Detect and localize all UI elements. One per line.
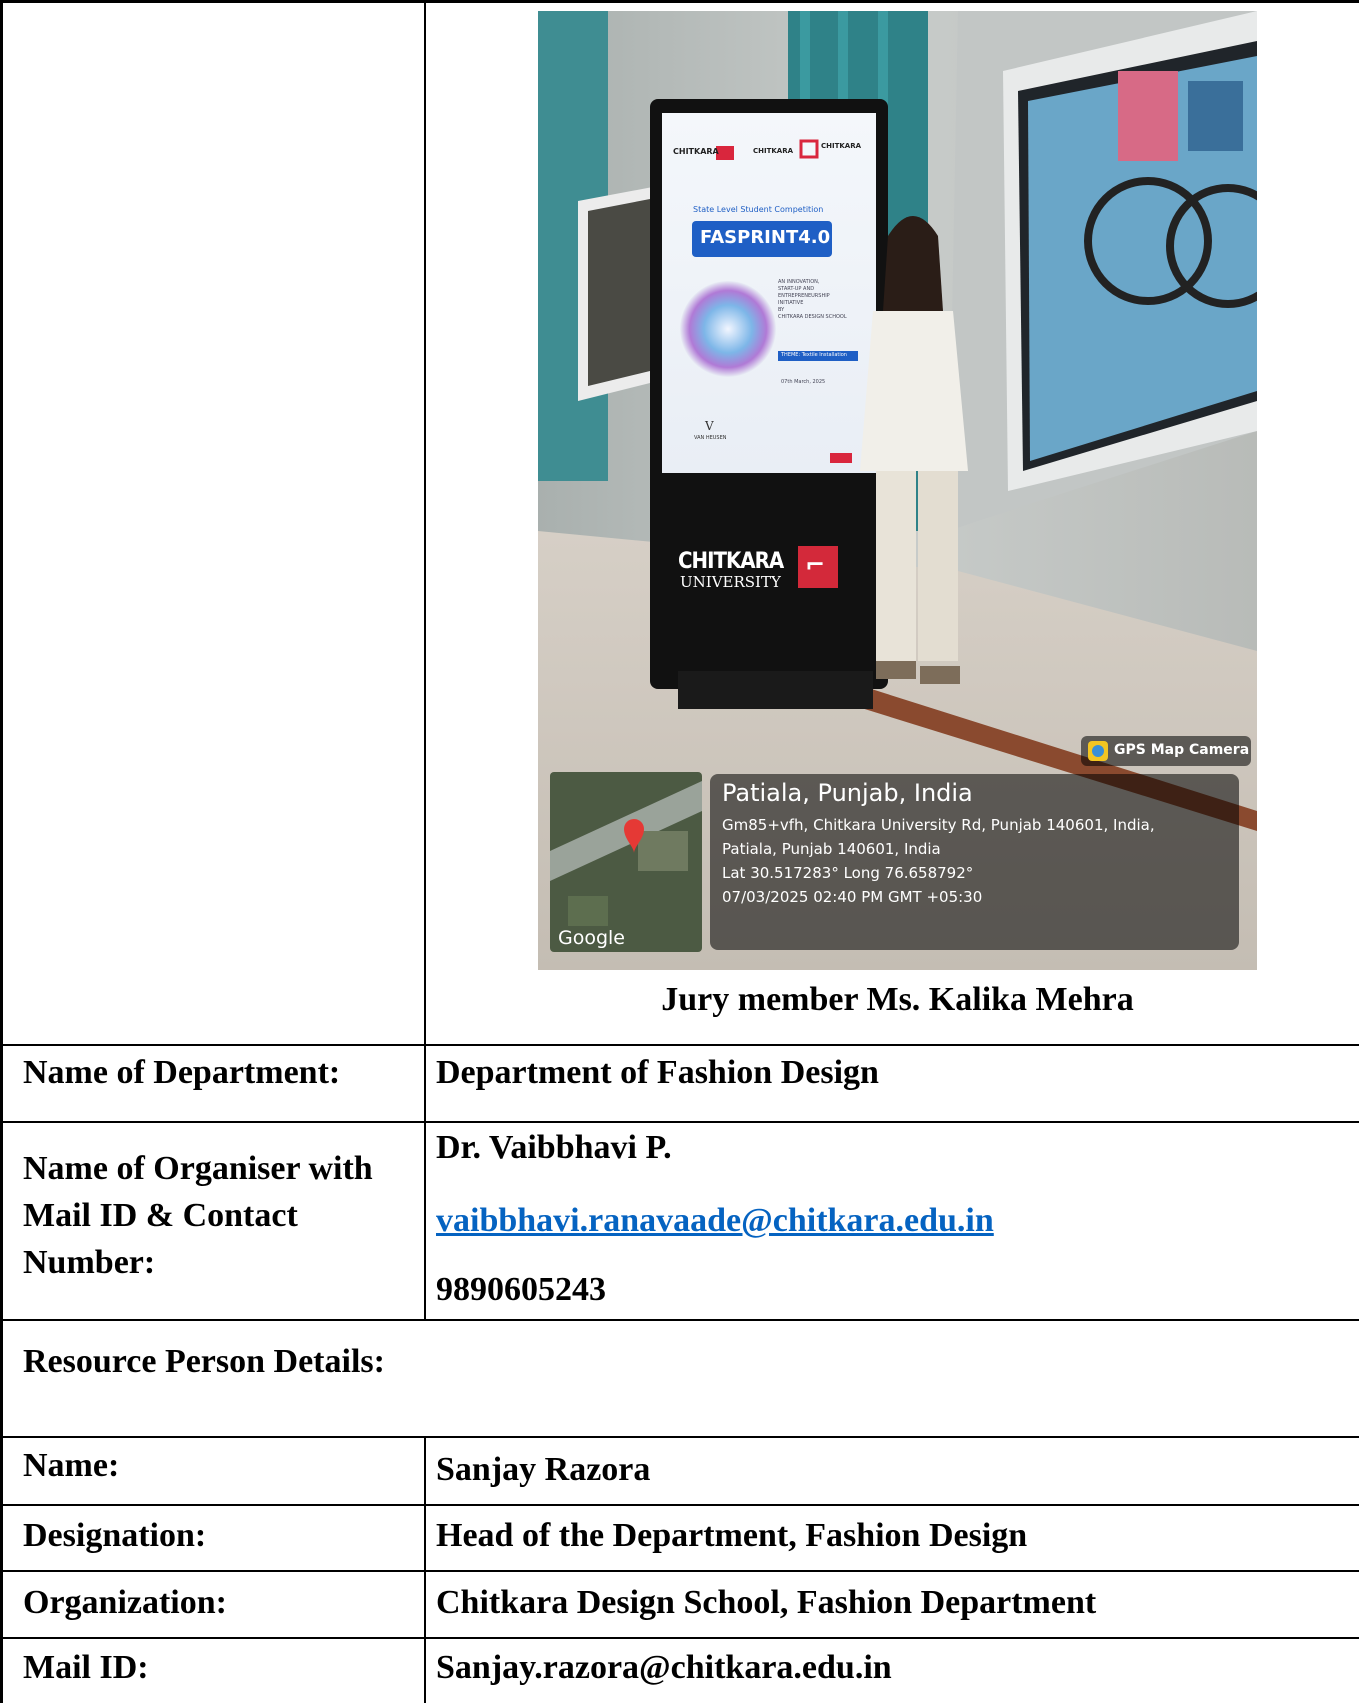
resource-person-heading: Resource Person Details: [23, 1343, 385, 1380]
coordinates: Lat 30.517283° Long 76.658792° [722, 864, 974, 882]
designation-value: Head of the Department, Fashion Design [436, 1517, 1028, 1554]
organiser-label: Name of Organiser with Mail ID & Contact… [23, 1145, 373, 1286]
map-google-label: Google [558, 927, 626, 949]
kiosk-logo-glyph: ⌐ [805, 551, 826, 579]
screen-theme: THEME: Textile Installation [781, 352, 847, 358]
screen-sponsor-name: VAN HEUSEN [694, 435, 727, 441]
screen-tagline-line: BY [778, 307, 785, 313]
event-photo: CHITKARA CHITKARA CHITKARA State Level S… [538, 11, 1257, 970]
address-line-2: Patiala, Punjab 140601, India [722, 840, 941, 858]
screen-date: 07th March, 2025 [781, 379, 826, 385]
department-value: Department of Fashion Design [436, 1054, 879, 1091]
organiser-phone: 9890605243 [436, 1271, 606, 1308]
mail-value: Sanjay.razora@chitkara.edu.in [436, 1649, 892, 1686]
organiser-name: Dr. Vaibbhavi P. [436, 1129, 672, 1166]
screen-logo-mid: CHITKARA [753, 147, 794, 155]
row-divider [0, 1319, 1359, 1321]
screen-kicker: State Level Student Competition [693, 205, 824, 214]
name-label: Name: [23, 1447, 120, 1484]
table-border-left [0, 0, 3, 1703]
kiosk-brand: CHITKARA [678, 549, 784, 574]
organiser-label-line: Number: [23, 1244, 156, 1281]
location-title: Patiala, Punjab, India [722, 779, 973, 807]
department-label: Name of Department: [23, 1054, 341, 1091]
address-line-1: Gm85+vfh, Chitkara University Rd, Punjab… [722, 816, 1155, 834]
name-value: Sanjay Razora [436, 1451, 651, 1488]
row-divider [0, 1637, 1359, 1639]
organization-label: Organization: [23, 1584, 227, 1621]
row-divider [0, 1044, 1359, 1046]
screen-tagline: AN INNOVATION, START-UP AND ENTREPRENEUR… [778, 279, 847, 321]
screen-tagline-line: AN INNOVATION, [778, 279, 820, 285]
mail-label: Mail ID: [23, 1649, 149, 1686]
screen-tagline-line: ENTREPRENEURSHIP [778, 293, 830, 299]
screen-tagline-line: START-UP AND [778, 286, 815, 292]
kiosk-brand-sub: UNIVERSITY [680, 573, 781, 591]
row-divider [0, 1121, 1359, 1123]
screen-logo-right: CHITKARA [821, 142, 862, 150]
screen-tagline-line: INITIATIVE [778, 300, 804, 306]
row-divider [0, 1436, 1359, 1438]
table-border-top [0, 0, 1359, 3]
organiser-label-line: Name of Organiser with [23, 1150, 373, 1187]
screen-logo-left: CHITKARA [673, 147, 719, 156]
gps-badge-label: GPS Map Camera [1114, 742, 1250, 758]
row-divider [0, 1570, 1359, 1572]
organiser-label-line: Mail ID & Contact [23, 1197, 298, 1234]
photo-caption: Jury member Ms. Kalika Mehra [661, 981, 1134, 1018]
screen-sponsor-mark: V [705, 419, 714, 433]
organiser-email-link[interactable]: vaibbhavi.ranavaade@chitkara.edu.in [436, 1201, 994, 1241]
screen-event-title: FASPRINT4.0 [700, 227, 831, 248]
designation-label: Designation: [23, 1517, 207, 1554]
timestamp: 07/03/2025 02:40 PM GMT +05:30 [722, 888, 983, 906]
row-divider [0, 1504, 1359, 1506]
organization-value: Chitkara Design School, Fashion Departme… [436, 1584, 1097, 1621]
screen-tagline-line: CHITKARA DESIGN SCHOOL [778, 314, 847, 320]
